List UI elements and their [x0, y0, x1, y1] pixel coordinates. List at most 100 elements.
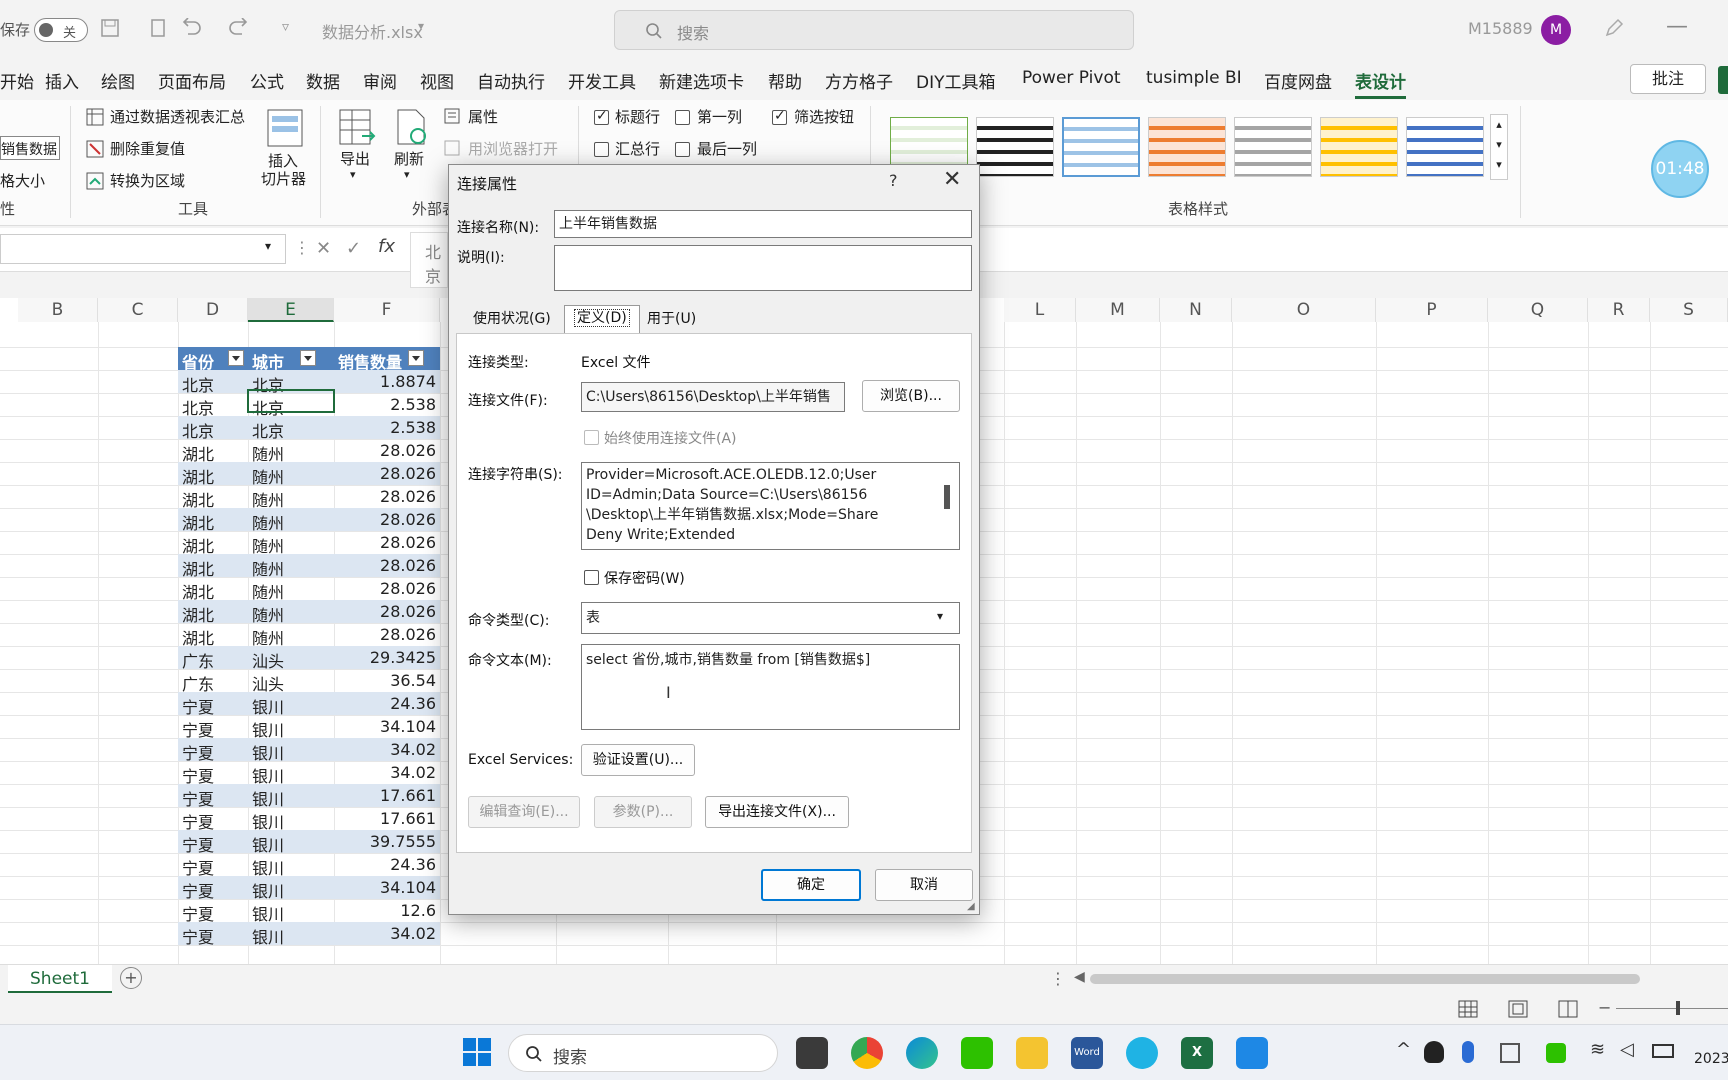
connection-string-field[interactable]: Provider=Microsoft.ACE.OLEDB.12.0;User I… [581, 462, 960, 550]
tray-app-icon[interactable] [1546, 1043, 1566, 1063]
table-cell[interactable]: 28.026 [380, 533, 436, 552]
ime-icon[interactable] [1500, 1043, 1520, 1063]
table-style-blue-selected[interactable] [1062, 117, 1140, 177]
refresh-button[interactable]: 刷新 [394, 148, 424, 169]
comment-button[interactable]: 批注 [1630, 64, 1706, 94]
avatar[interactable]: M [1541, 15, 1571, 45]
table-cell[interactable]: 17.661 [380, 786, 436, 805]
tab-automate[interactable]: 自动执行 [477, 68, 545, 93]
last-column-checkbox[interactable] [675, 142, 690, 157]
table-cell[interactable]: 宁夏 [182, 924, 214, 948]
table-cell[interactable]: 34.02 [390, 740, 436, 759]
first-column-checkbox[interactable] [675, 110, 690, 125]
table-row[interactable]: 湖北 随州 28.026 [178, 554, 440, 579]
redo-icon[interactable] [228, 18, 248, 38]
col-header-b[interactable]: B [18, 298, 98, 322]
col-header-q[interactable]: Q [1488, 298, 1588, 322]
table-cell[interactable]: 2.538 [390, 395, 436, 414]
table-row[interactable]: 湖北 随州 28.026 [178, 600, 440, 625]
undo-icon[interactable] [182, 18, 202, 38]
page-break-view-icon[interactable] [1558, 1000, 1578, 1018]
table-row[interactable]: 宁夏 银川 24.36 [178, 692, 440, 717]
resize-table[interactable]: 格大小 [0, 170, 45, 191]
qq-icon[interactable] [1424, 1041, 1444, 1063]
tab-home[interactable]: 开始 [0, 68, 34, 93]
tab-fangfang[interactable]: 方方格子 [825, 68, 893, 93]
table-cell[interactable]: 12.6 [400, 901, 436, 920]
cancel-button[interactable]: 取消 [875, 869, 973, 901]
table-cell[interactable]: 28.026 [380, 464, 436, 483]
table-cell[interactable]: 17.661 [380, 809, 436, 828]
export-chevron-icon[interactable]: ▾ [350, 168, 356, 181]
total-row-checkbox[interactable] [594, 142, 609, 157]
microphone-icon[interactable] [1462, 1041, 1474, 1063]
table-style-orange[interactable] [1148, 117, 1226, 177]
save-password-checkbox[interactable] [584, 570, 599, 585]
col-header-e[interactable]: E [248, 298, 334, 322]
col-header-s[interactable]: S [1650, 298, 1728, 322]
tray-chevron-icon[interactable]: ^ [1396, 1039, 1411, 1060]
filename[interactable]: 数据分析.xlsx [322, 19, 423, 43]
close-icon[interactable]: ✕ [943, 167, 961, 192]
battery-icon[interactable] [1652, 1044, 1674, 1058]
tab-draw[interactable]: 绘图 [101, 68, 135, 93]
active-cell-e2[interactable] [247, 389, 335, 413]
connection-string-scrollbar[interactable] [944, 485, 950, 509]
pen-icon[interactable] [1604, 18, 1624, 38]
table-cell[interactable]: 34.104 [380, 717, 436, 736]
table-cell[interactable]: 28.026 [380, 441, 436, 460]
word-icon[interactable]: Word [1071, 1037, 1103, 1069]
connection-file-field[interactable]: C:\Users\86156\Desktop\上半年销售 [581, 382, 845, 412]
table-row[interactable]: 湖北 随州 28.026 [178, 531, 440, 556]
col-header-o[interactable]: O [1232, 298, 1376, 322]
minimize-icon[interactable]: — [1666, 14, 1688, 39]
table-row[interactable]: 宁夏 银川 39.7555 [178, 830, 440, 855]
table-row[interactable]: 宁夏 银川 17.661 [178, 807, 440, 832]
table-row[interactable]: 湖北 随州 28.026 [178, 577, 440, 602]
properties-button[interactable]: 属性 [468, 106, 498, 127]
edit-query-button[interactable]: 编辑查询(E)... [468, 796, 580, 828]
customize-qat-icon[interactable]: ▿ [282, 19, 289, 35]
table-cell[interactable]: 24.36 [390, 694, 436, 713]
wechat-icon[interactable] [961, 1037, 993, 1069]
tab-insert[interactable]: 插入 [45, 68, 79, 93]
col-header-d[interactable]: D [178, 298, 248, 322]
header-row-checkbox[interactable] [594, 108, 609, 125]
table-cell[interactable]: 银川 [252, 924, 284, 948]
table-cell[interactable]: 29.3425 [370, 648, 436, 667]
table-cell[interactable]: 2.538 [390, 418, 436, 437]
table-cell[interactable]: 36.54 [390, 671, 436, 690]
tab-new-tab[interactable]: 新建选项卡 [659, 68, 744, 93]
styles-scroll[interactable]: ▴ ▾ ▾ [1490, 114, 1508, 180]
name-box[interactable]: ▾ [0, 234, 286, 264]
tab-diy[interactable]: DIY工具箱 [916, 68, 996, 93]
table-row[interactable]: 宁夏 银川 24.36 [178, 853, 440, 878]
resize-grip-icon[interactable]: ◢ [967, 901, 975, 912]
tab-usage[interactable]: 使用状况(G) [464, 307, 560, 333]
table-cell[interactable]: 28.026 [380, 556, 436, 575]
tab-power-pivot[interactable]: Power Pivot [1022, 68, 1121, 88]
table-row[interactable]: 广东 汕头 29.3425 [178, 646, 440, 671]
page-layout-view-icon[interactable] [1508, 1000, 1528, 1018]
col-header-p[interactable]: P [1376, 298, 1488, 322]
col-header-n[interactable]: N [1160, 298, 1232, 322]
tab-data[interactable]: 数据 [306, 68, 340, 93]
app-u-icon[interactable] [1236, 1037, 1268, 1069]
add-sheet-icon[interactable]: + [120, 967, 142, 989]
table-cell[interactable]: 39.7555 [370, 832, 436, 851]
table-cell[interactable]: 34.02 [390, 924, 436, 943]
tab-tusimple[interactable]: tusimple BI [1146, 68, 1242, 88]
help-icon[interactable]: ? [889, 171, 898, 190]
tab-definition[interactable]: 定义(D) [564, 305, 640, 333]
confirm-entry-icon[interactable]: ✓ [346, 238, 361, 259]
windows-start-icon[interactable] [462, 1037, 492, 1067]
scroll-left-icon[interactable]: ◀ [1074, 969, 1085, 985]
table-style-gray[interactable] [1234, 117, 1312, 177]
col-header-f[interactable]: F [334, 298, 440, 322]
export-button[interactable]: 导出 [340, 148, 370, 169]
tab-help[interactable]: 帮助 [768, 68, 802, 93]
share-button[interactable] [1718, 66, 1728, 94]
table-style-black[interactable] [976, 117, 1054, 177]
table-cell[interactable]: 24.36 [390, 855, 436, 874]
table-style-darkblue[interactable] [1406, 117, 1484, 177]
